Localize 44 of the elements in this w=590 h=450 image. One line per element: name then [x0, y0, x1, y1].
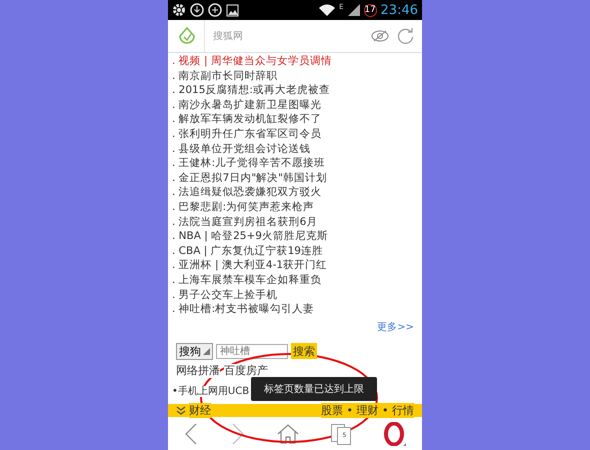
gear-icon	[172, 3, 186, 17]
forward-icon[interactable]	[230, 422, 245, 444]
news-link[interactable]: . 上海车展禁车模车企如释重负	[172, 272, 422, 288]
search-field[interactable]: 神吐槽	[216, 344, 288, 359]
news-link[interactable]: . 金正恩拟7日内"解决"韩国计划	[172, 170, 422, 186]
news-link[interactable]: . 县级单位开党组会讨论送钱	[172, 142, 422, 156]
news-link[interactable]: . 南京副市长同时辞职	[172, 68, 422, 84]
download-icon	[190, 3, 204, 17]
news-link[interactable]: . 法院当庭宣判房祖名获刑6月	[172, 214, 422, 230]
double-chevron-icon[interactable]	[176, 406, 186, 415]
news-link[interactable]: . 法追缉疑似恐袭嫌犯双方驳火	[172, 185, 422, 200]
news-link[interactable]: . 男子公交车上捡手机	[172, 288, 422, 302]
clock: 23:46	[380, 2, 418, 18]
promo-link[interactable]: •手机上网用UCB	[172, 386, 250, 397]
quick-link[interactable]: 网络拼潘	[176, 364, 220, 378]
news-link[interactable]: . 视频 | 周华健当众与女学员调情	[172, 54, 422, 69]
news-link[interactable]: . 2015反腐猜想:或再大老虎被查	[172, 83, 422, 98]
search-engine-select[interactable]: 搜狗	[176, 342, 213, 360]
wifi-icon	[319, 4, 336, 16]
refresh-icon[interactable]	[397, 28, 414, 44]
more-link[interactable]: 更多>>	[377, 322, 414, 334]
news-link[interactable]: . 南沙永暑岛扩建新卫星图曝光	[172, 98, 422, 112]
battery-level: 17	[364, 4, 377, 16]
home-icon[interactable]	[276, 424, 299, 444]
news-link[interactable]: . 解放军车辆发动机缸裂修不了	[172, 112, 422, 127]
signal-icon	[348, 4, 360, 16]
news-link[interactable]: . 巴黎悲剧:为何笑声惹来枪声	[172, 200, 422, 215]
dropdown-corner-icon	[203, 348, 210, 355]
add-circle-icon	[208, 3, 222, 17]
news-link[interactable]: . 神吐槽:村支书被曝勾引人妻	[172, 302, 422, 317]
quick-link[interactable]: 百度房产	[224, 364, 268, 378]
news-link[interactable]: . CBA | 广东复仇辽宁获19连胜	[172, 244, 422, 258]
news-link[interactable]: . NBA | 哈登25+9火箭胜尼克斯	[172, 229, 422, 244]
news-link[interactable]: . 王健林:儿子觉得辛苦不愿接班	[172, 156, 422, 171]
news-link[interactable]: . 张利明升任广东省军区司令员	[172, 126, 422, 142]
back-icon[interactable]	[184, 422, 198, 444]
opera-logo-icon[interactable]	[384, 422, 406, 446]
search-button[interactable]: 搜索	[291, 343, 317, 360]
toast-message: 标签页数量已达到上限	[251, 377, 377, 401]
image-icon	[226, 4, 239, 16]
category-title[interactable]: 财经	[189, 403, 211, 418]
eye-icon[interactable]	[371, 30, 389, 42]
category-links[interactable]: 股票 • 理财 • 行情	[321, 403, 414, 418]
news-link[interactable]: . 亚洲杯 | 澳大利亚4-1获开门红	[172, 258, 422, 273]
